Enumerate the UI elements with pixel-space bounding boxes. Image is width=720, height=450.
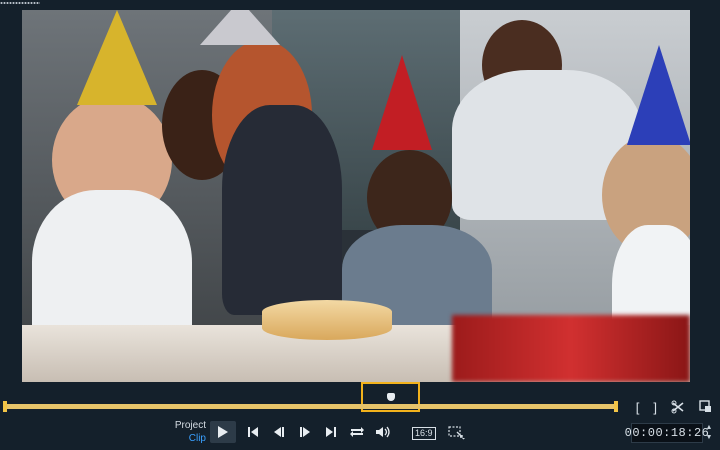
- project-mode-button[interactable]: Project: [160, 419, 206, 432]
- repeat-button[interactable]: [348, 423, 366, 441]
- clip-mode-button[interactable]: Clip: [160, 432, 206, 445]
- fit-preview-icon[interactable]: [448, 426, 466, 440]
- enlarge-preview-icon[interactable]: [699, 400, 712, 417]
- party-hat-gold: [77, 10, 157, 105]
- play-icon: [218, 426, 228, 438]
- aspect-ratio-button[interactable]: 16:9: [412, 427, 436, 440]
- birthday-cake: [262, 300, 392, 340]
- scrubber-handle[interactable]: [387, 393, 395, 401]
- go-to-start-button[interactable]: [244, 423, 262, 441]
- timecode-spinner[interactable]: ▲ ▼: [704, 423, 714, 443]
- volume-icon: [376, 426, 390, 438]
- split-clip-icon[interactable]: [671, 400, 685, 417]
- repeat-icon: [350, 427, 364, 437]
- playback-controls: [210, 421, 392, 443]
- trim-tools: [ ]: [636, 400, 712, 417]
- previous-frame-icon: [274, 427, 284, 437]
- party-hat-blue: [627, 45, 690, 145]
- red-gift-box: [452, 315, 690, 382]
- video-preview[interactable]: [22, 10, 690, 382]
- next-frame-button[interactable]: [296, 423, 314, 441]
- previous-frame-button[interactable]: [270, 423, 288, 441]
- scrub-bar[interactable]: [3, 401, 618, 412]
- play-button[interactable]: [210, 421, 236, 443]
- party-hat-red: [372, 55, 432, 150]
- volume-button[interactable]: [374, 423, 392, 441]
- go-to-start-icon: [248, 427, 258, 437]
- mark-in-icon[interactable]: [: [636, 400, 640, 417]
- mark-out-icon[interactable]: ]: [653, 400, 657, 417]
- go-to-end-icon: [326, 427, 336, 437]
- go-to-end-button[interactable]: [322, 423, 340, 441]
- next-frame-icon: [300, 427, 310, 437]
- playback-mode-switch: Project Clip: [160, 419, 206, 445]
- party-hat-silver: [200, 10, 280, 45]
- person-woman-dress: [222, 105, 342, 315]
- timecode-display[interactable]: 00:00:18:26: [625, 423, 709, 443]
- window-grip-dots: [0, 0, 40, 6]
